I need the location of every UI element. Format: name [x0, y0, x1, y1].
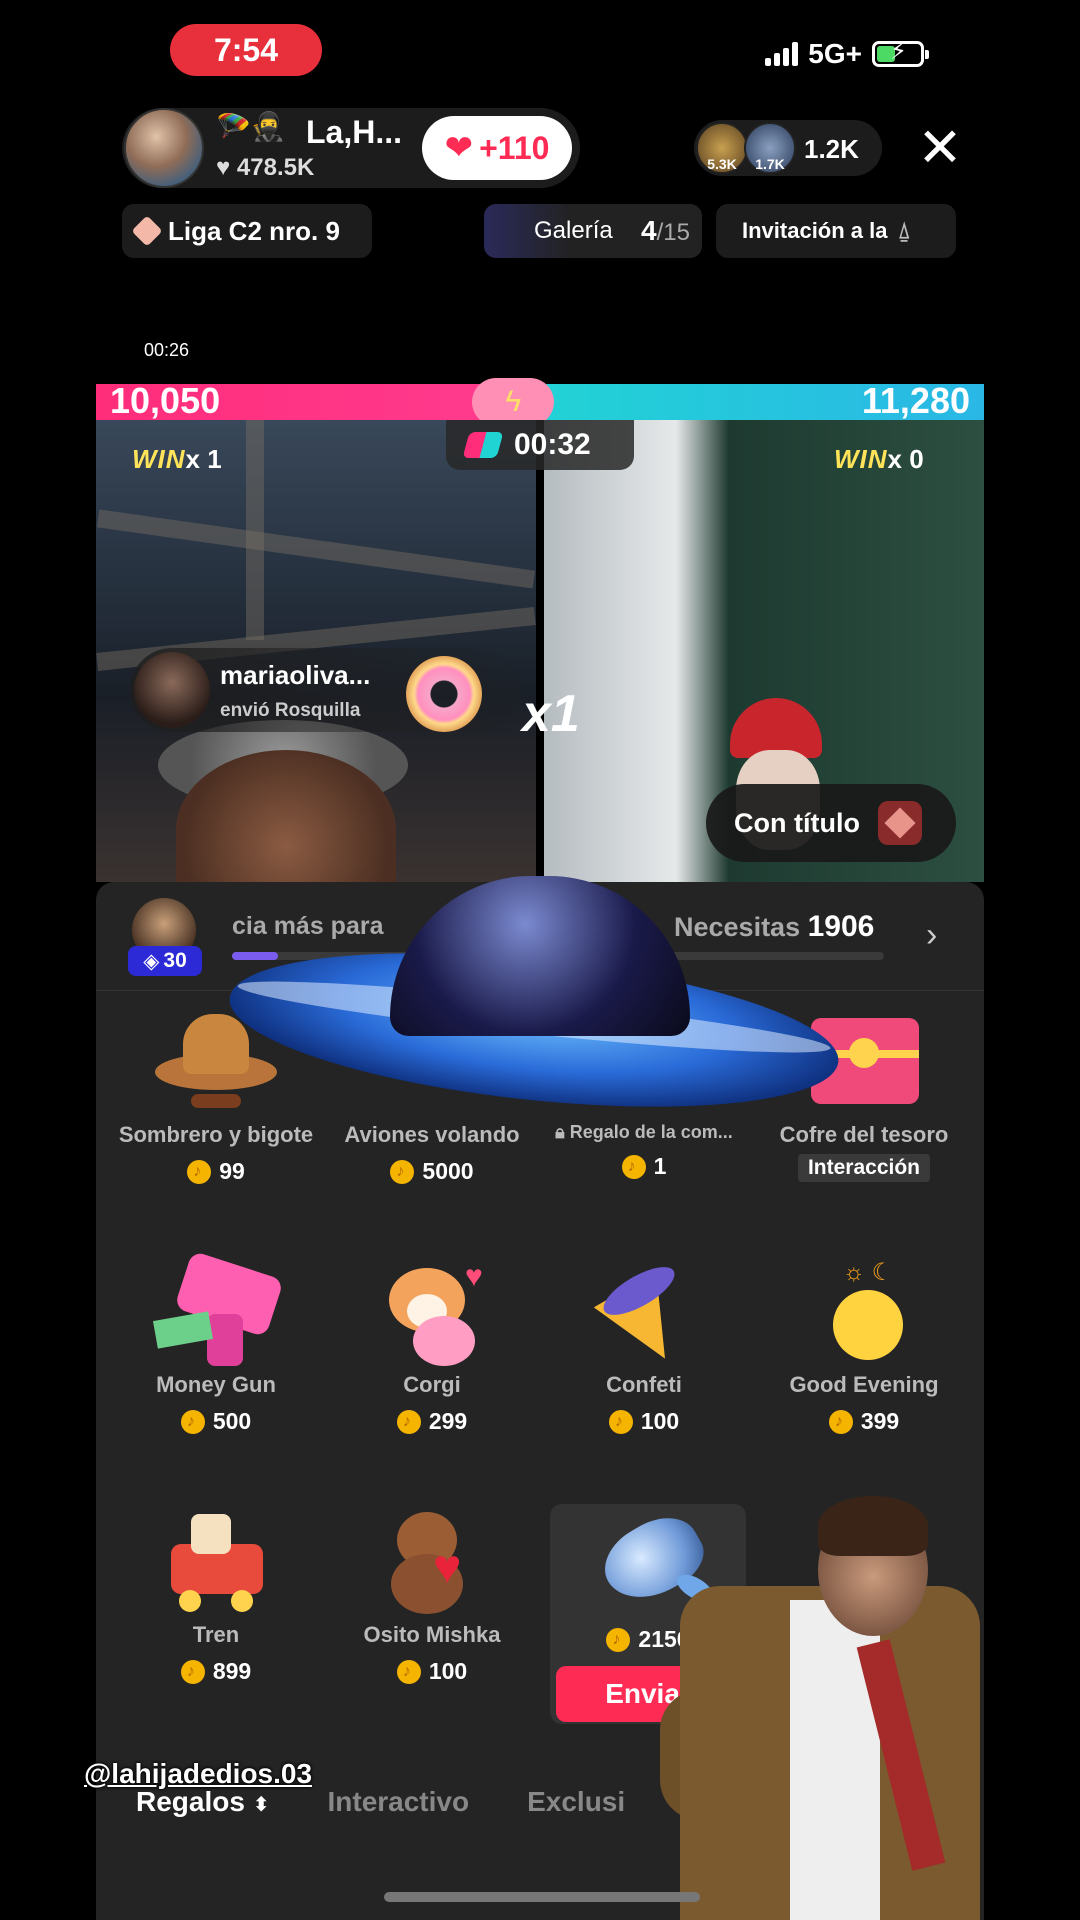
coin-icon — [606, 1627, 631, 1652]
gallery-button[interactable]: Galería 4/15 — [484, 204, 702, 258]
host-avatar[interactable] — [124, 108, 204, 188]
tab-gifts[interactable]: Regalos ⬍ — [136, 1786, 269, 1818]
coin-icon — [828, 1409, 853, 1434]
invite-button[interactable]: Invitación a la ⍙ — [716, 204, 956, 258]
hands-icon: ⍙ — [897, 218, 911, 243]
battle-icon — [462, 432, 504, 458]
close-icon[interactable]: ✕ — [912, 120, 968, 176]
league-badge[interactable]: Liga C2 nro. 9 — [122, 204, 372, 258]
lightning-icon: ϟ — [472, 378, 555, 426]
title-badge-button[interactable]: Con título — [706, 784, 956, 862]
gift-item[interactable]: Money Gun 500 — [110, 1250, 322, 1435]
coin-icon — [608, 1409, 633, 1434]
gift-action: envió Rosquilla — [220, 700, 361, 721]
gift-item[interactable]: ♥ Osito Mishka 100 — [326, 1504, 538, 1685]
signal-icon — [765, 42, 799, 66]
score-left: 10,050 — [110, 380, 221, 421]
host-badges-icon: 🪂🥷 — [216, 111, 286, 142]
coin-icon — [390, 1159, 415, 1184]
overlay-person-hair — [818, 1496, 928, 1556]
heart-icon: ❤ — [444, 129, 474, 167]
teddy-bear-icon: ♥ — [367, 1504, 497, 1614]
corgi-icon: ♥ — [367, 1254, 497, 1366]
coin-icon — [396, 1659, 421, 1684]
gifter-name: mariaoliva... — [220, 660, 371, 690]
gift-item[interactable]: Confeti 100 — [538, 1254, 750, 1435]
gift-item[interactable]: ♥ Corgi 299 — [326, 1254, 538, 1435]
progress-text: cia más para — [232, 912, 384, 940]
donut-icon — [406, 656, 482, 732]
interaction-tag: Interacción — [797, 1154, 931, 1182]
win-counter-left: WINx 1 — [132, 444, 222, 474]
win-counter-right: WINx 0 — [834, 444, 924, 474]
lock-icon: 🔒︎ — [555, 1122, 565, 1142]
video-divider — [536, 420, 544, 882]
heart-icon: ♥ — [216, 154, 231, 181]
points-needed: Necesitas 1906 — [674, 910, 875, 943]
sort-icon: ⬍ — [252, 1794, 270, 1816]
status-time: 7:54 — [170, 24, 322, 76]
chevron-right-icon[interactable]: › — [926, 916, 937, 955]
diamond-icon: ◈ — [143, 949, 160, 973]
status-indicators: 5G+ ⚡ — [765, 38, 929, 70]
battle-timer: 00:32 — [446, 420, 634, 470]
host-name: La,H... — [306, 114, 403, 150]
tab-interactive[interactable]: Interactivo — [327, 1786, 469, 1818]
coin-icon — [180, 1409, 205, 1434]
viewer-count[interactable]: 1.2K — [804, 134, 859, 165]
follow-like-button[interactable]: ❤ +110 — [422, 116, 572, 180]
gift-item[interactable]: ☼ ☾ Good Evening 399 — [758, 1254, 970, 1435]
money-gun-icon — [151, 1250, 284, 1366]
gift-item[interactable]: Tren 899 — [110, 1504, 322, 1685]
coin-icon — [621, 1154, 646, 1179]
train-icon — [151, 1504, 281, 1614]
coin-icon — [180, 1659, 205, 1684]
host-likes: ♥ 478.5K — [216, 154, 315, 181]
diamond-icon — [131, 215, 163, 247]
coin-icon — [396, 1409, 421, 1434]
gift-tabs: Regalos ⬍ Interactivo Exclusi — [136, 1786, 625, 1818]
score-right: 11,280 — [861, 380, 970, 421]
top-viewer-avatar[interactable]: 1.7K — [744, 122, 796, 174]
network-label: 5G+ — [808, 38, 862, 69]
home-indicator[interactable] — [384, 1892, 700, 1902]
level-badge: ◈ 30 — [128, 946, 202, 976]
ruby-icon — [877, 801, 922, 845]
battery-icon: ⚡ — [872, 40, 929, 67]
top-viewer-avatar[interactable]: 5.3K — [696, 122, 748, 174]
good-evening-icon: ☼ ☾ — [799, 1254, 929, 1364]
watermark-username: @lahijadedios.03 — [84, 1758, 313, 1789]
coin-icon — [187, 1159, 212, 1184]
confetti-icon — [579, 1254, 709, 1377]
tab-exclusive[interactable]: Exclusi — [527, 1786, 625, 1818]
gifter-avatar[interactable] — [134, 652, 210, 728]
gift-multiplier: x1 — [522, 685, 580, 743]
stream-timer: 00:26 — [144, 340, 190, 360]
